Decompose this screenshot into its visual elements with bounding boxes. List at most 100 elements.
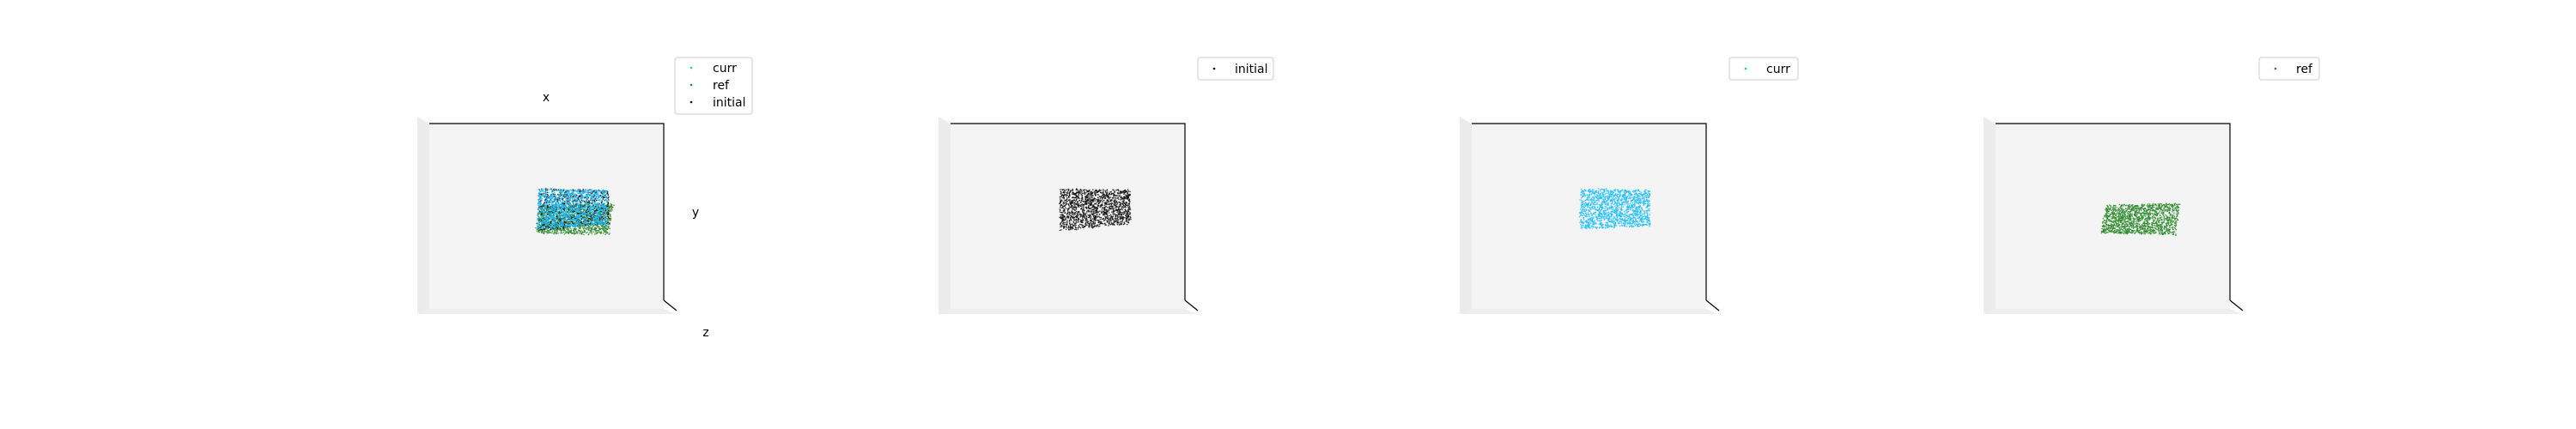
data-point-curr [598, 194, 601, 196]
data-point-curr [554, 191, 556, 194]
data-point-curr [578, 219, 580, 221]
data-point-initial [1072, 205, 1074, 207]
data-point-curr [553, 194, 555, 196]
data-point-initial [1078, 210, 1080, 213]
data-point-ref [540, 218, 543, 221]
data-point-curr [598, 217, 599, 219]
data-point-initial [1125, 209, 1127, 211]
data-point-curr [606, 215, 608, 217]
data-point-ref [598, 226, 600, 228]
data-point-curr [537, 218, 538, 220]
data-point-curr [551, 223, 553, 226]
data-point-curr [604, 215, 606, 218]
data-point-curr [544, 208, 545, 209]
data-point-initial [1117, 221, 1119, 222]
data-point-curr [577, 190, 579, 192]
data-point-curr [586, 199, 589, 201]
data-point-ref [583, 227, 586, 229]
data-point-initial [1103, 220, 1105, 222]
data-point-curr [538, 221, 539, 223]
data-point-curr [544, 188, 545, 190]
data-point-curr [606, 207, 608, 208]
data-point-initial [1061, 196, 1064, 199]
data-point-curr [539, 221, 542, 223]
data-point-initial [606, 192, 608, 194]
data-point-initial [1061, 194, 1064, 196]
data-point-curr [551, 226, 554, 227]
x-axis-label: x [543, 91, 550, 105]
data-point-curr [586, 201, 587, 202]
data-point-ref [556, 233, 557, 235]
data-point-initial [1074, 211, 1076, 214]
data-point-initial [1060, 206, 1061, 208]
data-point-curr [591, 210, 593, 213]
data-point-curr [555, 195, 557, 197]
data-point-initial [1109, 214, 1112, 216]
data-point-ref [562, 232, 565, 233]
data-point-ref [564, 230, 566, 232]
data-point-initial [1109, 202, 1111, 205]
data-point-ref [589, 227, 592, 229]
data-point-initial [1097, 210, 1099, 213]
data-point-curr [548, 212, 550, 214]
data-point-curr [601, 221, 603, 223]
data-point-curr [551, 216, 554, 218]
data-point-curr [592, 215, 593, 218]
data-point-initial [1111, 215, 1113, 218]
data-point-initial [1066, 225, 1067, 227]
data-point-curr [557, 210, 559, 213]
data-point-curr [581, 212, 584, 214]
data-point-initial [1114, 190, 1115, 193]
data-point-initial [1072, 208, 1073, 209]
data-point-initial [1067, 189, 1069, 190]
data-point-curr [593, 192, 596, 195]
data-point-ref [598, 232, 600, 233]
data-point-curr [584, 206, 586, 208]
data-point-initial [1084, 203, 1085, 205]
data-point-initial [1069, 190, 1072, 192]
data-point-initial [1127, 211, 1130, 213]
data-point-curr [574, 224, 576, 227]
data-point-initial [1125, 194, 1127, 196]
data-point-initial [1100, 191, 1103, 194]
data-point-initial [1130, 217, 1132, 219]
data-point-ref [607, 220, 609, 222]
data-point-ref [583, 233, 585, 236]
data-point-curr [603, 207, 605, 209]
data-point-curr [594, 203, 596, 205]
data-point-initial [1080, 199, 1083, 202]
data-point-curr [561, 222, 562, 224]
data-point-curr [605, 194, 606, 196]
data-point-curr [564, 218, 566, 221]
data-point-curr [562, 223, 565, 225]
data-point-curr [544, 203, 546, 206]
data-point-curr [576, 206, 578, 208]
data-point-curr [582, 221, 585, 224]
data-point-initial [1075, 208, 1078, 210]
data-point-curr [592, 217, 594, 219]
data-point-initial [1097, 224, 1098, 227]
data-point-initial [1066, 195, 1067, 197]
data-point-curr [602, 219, 605, 221]
data-point-curr [554, 210, 556, 212]
data-point-curr [577, 192, 579, 195]
data-point-initial [609, 222, 611, 224]
data-point-ref [570, 228, 572, 230]
data-point-ref [566, 231, 568, 233]
data-point-initial [1060, 214, 1061, 216]
data-point-curr [559, 199, 562, 202]
data-point-curr [560, 192, 562, 195]
data-point-initial [563, 208, 565, 211]
data-point-curr [545, 205, 547, 208]
data-point-ref [558, 229, 560, 231]
data-point-curr [589, 201, 592, 203]
data-point-curr [556, 198, 557, 201]
data-point-curr [582, 206, 584, 208]
data-point-initial [1093, 208, 1096, 209]
data-point-curr [571, 206, 573, 208]
data-point-curr [595, 214, 597, 216]
data-point-initial [1061, 207, 1063, 209]
data-point-curr [600, 200, 603, 202]
data-point-curr [549, 208, 550, 209]
data-point-initial [1103, 196, 1105, 197]
